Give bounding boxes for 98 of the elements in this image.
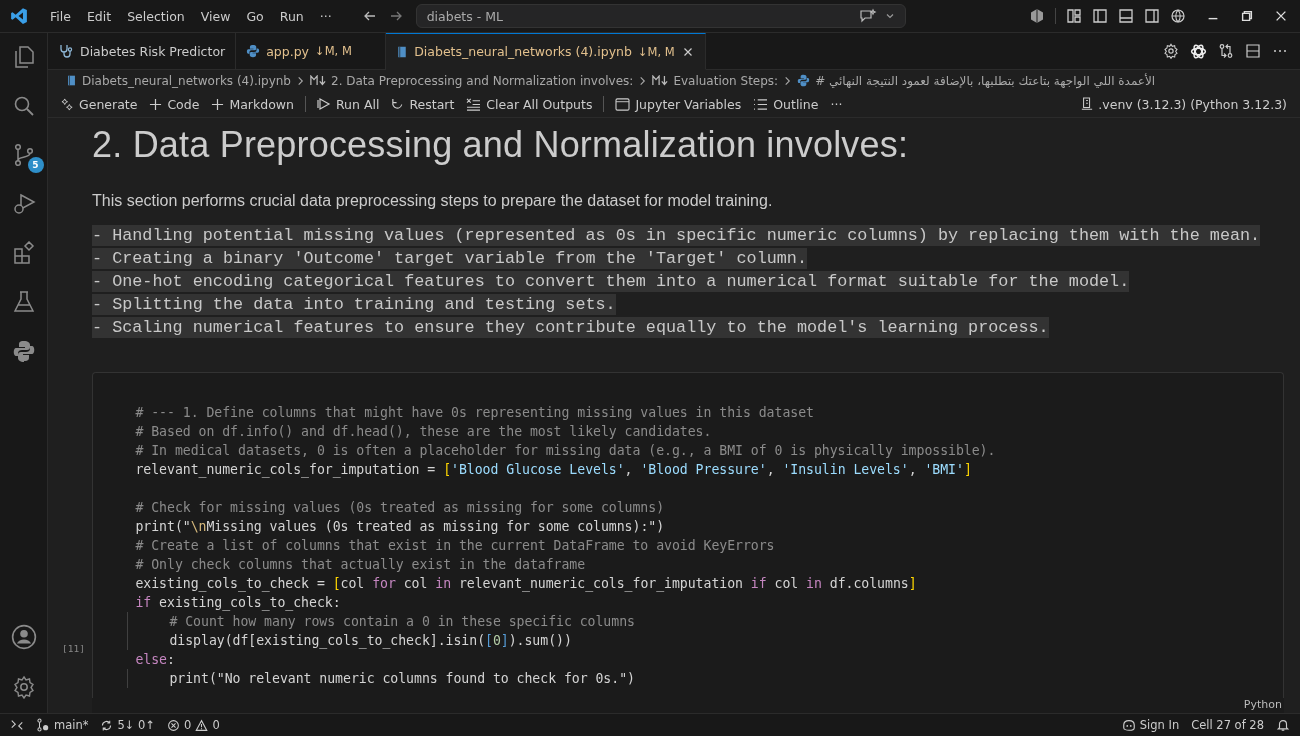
code-line: # Create a list of columns that exist in the current DataFrame to avoid KeyErrors <box>135 538 775 553</box>
code-line: if existing_cols_to_check: <box>135 595 341 610</box>
section-heading: 2. Data Preprocessing and Normalization involves: <box>92 124 910 166</box>
plus-icon <box>149 97 163 111</box>
toolbar-button[interactable]: Jupyter Variables <box>610 94 747 114</box>
code-line: # Based on df.info() and df.head(), these are the most likely candidates. <box>135 424 712 439</box>
execution-count: [11] <box>62 643 86 654</box>
kernel-picker[interactable]: .venv (3.12.3) (Python 3.12.3) <box>1076 94 1292 114</box>
breadcrumb-item[interactable]: 2. Data Preprocessing and Normalization involves: <box>331 73 634 88</box>
variables-icon <box>615 97 631 111</box>
close-icon[interactable] <box>1274 9 1288 23</box>
globe-icon[interactable] <box>1170 8 1186 24</box>
chat-icon[interactable] <box>858 8 877 24</box>
editor-tab[interactable]: Diabets_neural_networks (4).ipynb ↓M, M <box>386 33 706 70</box>
sidebar-toggle-icon[interactable] <box>1092 8 1108 24</box>
split-editor-icon[interactable] <box>1245 43 1261 59</box>
warning-icon <box>195 718 209 732</box>
toolbar-button[interactable]: Clear All Outputs <box>461 94 598 114</box>
branch-indicator[interactable]: main* <box>36 718 89 732</box>
restart-icon <box>391 97 405 111</box>
cube-icon[interactable] <box>1029 8 1045 24</box>
flask-icon[interactable] <box>11 290 36 314</box>
copilot-icon <box>1121 718 1136 732</box>
toolbar-button[interactable]: Outline <box>748 94 824 114</box>
sync-indicator[interactable]: 5↓ 0↑ <box>100 718 156 732</box>
menu-item[interactable]: ··· <box>311 8 340 24</box>
command-center-field[interactable]: diabets - ML <box>415 4 906 28</box>
settings-icon[interactable] <box>11 675 36 699</box>
code-line: print("No relevant numeric columns found to check for 0s.") <box>168 671 635 686</box>
markdown-icon <box>310 75 326 86</box>
stethoscope-icon <box>58 43 74 59</box>
layout-icon[interactable] <box>1066 8 1082 24</box>
code-line: # Check for missing values (0s treated as missing for some columns) <box>135 499 665 517</box>
caret-icon[interactable] <box>884 11 895 21</box>
toolbar-button[interactable]: Restart <box>386 94 460 114</box>
extensions-icon[interactable] <box>11 241 36 265</box>
breadcrumb-item[interactable]: Diabets_neural_networks (4).ipynb <box>82 73 291 88</box>
secondary-sidebar-icon[interactable] <box>1144 8 1160 24</box>
run-all-icon <box>316 97 331 111</box>
toolbar-button[interactable]: ··· <box>825 94 848 114</box>
clear-list-icon <box>466 97 482 111</box>
bell-icon[interactable] <box>1276 718 1290 732</box>
outline-list-icon <box>753 97 769 111</box>
settings-icon[interactable] <box>1163 43 1179 59</box>
code-line: relevant_numeric_cols_for_imputation = ['Blood Glucose Levels', 'Blood Pressure', 'Insulin Levels', 'BMI'] <box>135 462 972 477</box>
breadcrumb-item[interactable]: Evaluation Steps: <box>673 73 779 88</box>
notification-badge: 5 <box>27 157 44 173</box>
toolbar-button[interactable]: Generate <box>56 94 143 114</box>
plus-icon <box>211 97 225 111</box>
editor-tab[interactable]: Diabetes Risk Predictor <box>48 33 237 70</box>
panel-toggle-icon[interactable] <box>1118 8 1134 24</box>
menu-item[interactable]: Run <box>271 8 312 24</box>
code-cell[interactable] <box>92 372 1284 698</box>
python-icon <box>797 74 811 87</box>
chevron-icon <box>638 75 648 86</box>
code-line: display(df[existing_cols_to_check].isin([0]).sum()) <box>168 633 572 648</box>
git-status: ↓M, M <box>315 44 352 58</box>
sign-in-button[interactable]: Sign In <box>1121 718 1180 732</box>
code-line: # Only check columns that actually exist in the dataframe <box>135 557 586 572</box>
notebook-icon <box>396 44 409 59</box>
remote-icon[interactable] <box>10 718 24 732</box>
git-status: ↓M, M <box>637 44 675 59</box>
toolbar-button[interactable]: Run All <box>311 94 385 114</box>
chevron-icon <box>296 75 305 86</box>
toolbar-button[interactable]: Code <box>144 94 205 114</box>
chevron-icon <box>783 75 793 86</box>
app-logo-icon[interactable] <box>10 7 28 25</box>
sync-icon <box>100 718 114 732</box>
restore-icon[interactable] <box>1240 9 1254 23</box>
python-file-icon <box>246 44 261 58</box>
branch-icon <box>36 718 50 732</box>
toolbar-button[interactable]: Markdown <box>206 94 299 114</box>
server-icon <box>1081 97 1094 111</box>
code-line: print("\nMissing values (0s treated as missing for some columns):") <box>135 519 665 534</box>
menu-item[interactable]: Go <box>238 8 272 24</box>
menu-item[interactable]: Edit <box>78 8 120 24</box>
python-icon[interactable] <box>11 339 36 363</box>
paragraph: This section performs crucial data preprocessing steps to prepare the dataset for model training. <box>92 192 774 210</box>
breadcrumb-item[interactable]: # الأعمدة اللي الواجهة بتاعتك بتطلبها، بالإضافة لعمود النتيجة النهائي <box>815 73 1156 88</box>
account-icon[interactable] <box>10 624 37 650</box>
menu-item[interactable]: Selection <box>119 8 193 24</box>
code-line: else: <box>135 652 175 667</box>
code-line: # --- 1. Define columns that might have 0s representing missing values in this dataset <box>135 405 814 420</box>
menu-item[interactable]: View <box>192 8 239 24</box>
run-debug-icon[interactable] <box>11 192 36 216</box>
code-line: # In medical datasets, 0 is often a placeholder for missing data (e.g., a BMI of 0 is physically impossible). <box>135 443 996 458</box>
markdown-icon <box>652 75 669 86</box>
sparkle-icon <box>61 97 74 111</box>
cell-language[interactable]: Python <box>1243 698 1282 711</box>
problems-indicator[interactable]: 0 0 <box>167 718 220 732</box>
code-line: # Count how many rows contain a 0 in these specific columns <box>168 614 635 629</box>
notebook-icon <box>66 74 77 87</box>
menu-item[interactable]: File <box>42 8 79 24</box>
code-line: existing_cols_to_check = [col for col in relevant_numeric_cols_for_imputation if col in df.columns] <box>135 576 917 591</box>
cell-indicator[interactable]: Cell 27 of 28 <box>1191 718 1264 732</box>
error-icon <box>167 718 181 732</box>
compare-changes-icon[interactable] <box>1218 43 1234 59</box>
knot-icon[interactable] <box>1190 42 1207 60</box>
